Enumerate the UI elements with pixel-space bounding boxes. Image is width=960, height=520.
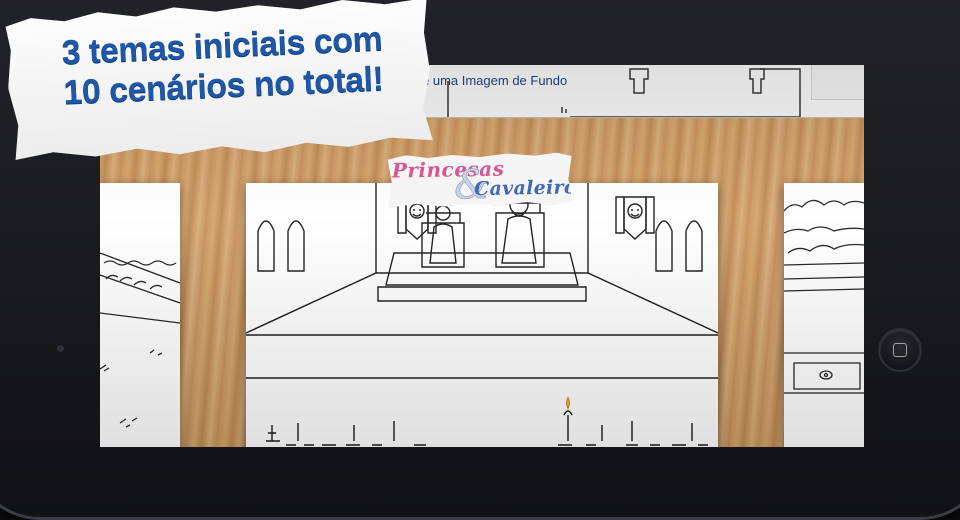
promo-banner: 3 temas iniciais com 10 cenários no tota…: [5, 0, 433, 163]
scene-thumbnail-right[interactable]: [784, 183, 864, 447]
princesas-cavaleiros-logo: Princesas & Cavaleiros: [388, 152, 573, 207]
toolbar-side-panel: [811, 65, 864, 100]
promo-banner-text: 3 temas iniciais com 10 cenários no tota…: [61, 19, 385, 113]
left-scene-sketch: [100, 252, 180, 428]
right-scene-sketch: [784, 199, 864, 394]
front-camera: [57, 345, 64, 352]
toolbar-title: e uma Imagem de Fundo: [422, 73, 568, 88]
scene-thumbnail-left[interactable]: [100, 183, 180, 447]
home-button-icon[interactable]: [880, 330, 920, 370]
scene-preview-throne-room[interactable]: [246, 183, 718, 447]
throne-room-sketch: [246, 183, 718, 446]
